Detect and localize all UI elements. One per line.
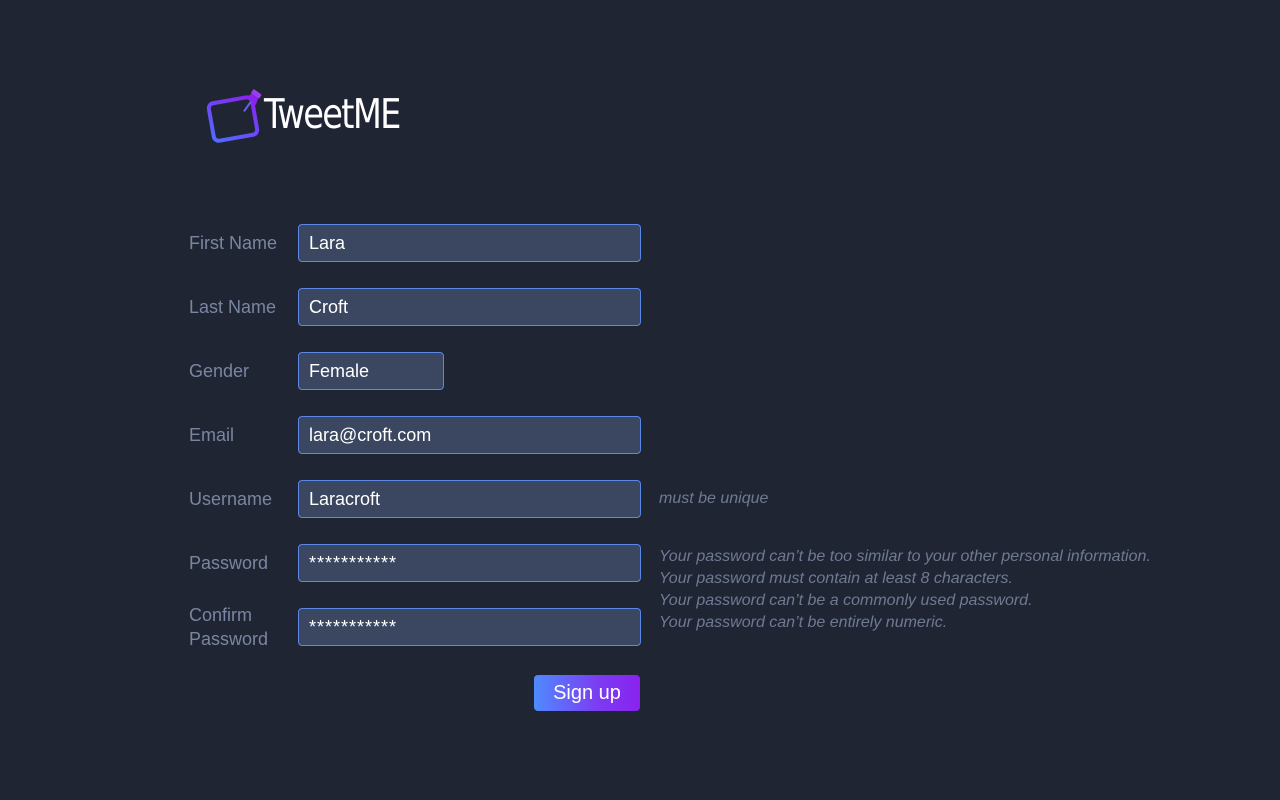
password-label: Password [189,553,269,573]
password-hint: Your password can’t be entirely numeric. [659,614,948,631]
signup-page: TweetME First Name Lara Last Name Croft … [0,0,1280,800]
email-label: Email [189,425,235,445]
password-hints: Your password can’t be too similar to yo… [659,546,1151,634]
sign-up-button[interactable]: Sign up [534,675,640,711]
gender-select[interactable]: Female [298,352,444,390]
brand-logo[interactable]: TweetME [206,88,401,144]
brand-name: TweetME [264,90,401,138]
confirm-password-input[interactable]: *********** [298,608,641,646]
confirm-password-label-line2: Password [189,629,269,649]
email-input[interactable]: lara@croft.com [298,416,641,454]
gender-label: Gender [189,361,250,381]
username-input[interactable]: Laracroft [298,480,641,518]
last-name-input[interactable]: Croft [298,288,641,326]
first-name-label: First Name [189,233,278,253]
first-name-input[interactable]: Lara [298,224,641,262]
password-hint: Your password must contain at least 8 ch… [659,570,1013,587]
pin-tablet-icon [206,88,264,144]
password-input[interactable]: *********** [298,544,641,582]
password-hint: Your password can’t be too similar to yo… [659,548,1151,565]
username-label: Username [189,489,273,509]
last-name-label: Last Name [189,297,277,317]
username-hint: must be unique [659,490,769,507]
password-hint: Your password can’t be a commonly used p… [659,592,1033,609]
confirm-password-label-line1: Confirm [189,605,253,625]
